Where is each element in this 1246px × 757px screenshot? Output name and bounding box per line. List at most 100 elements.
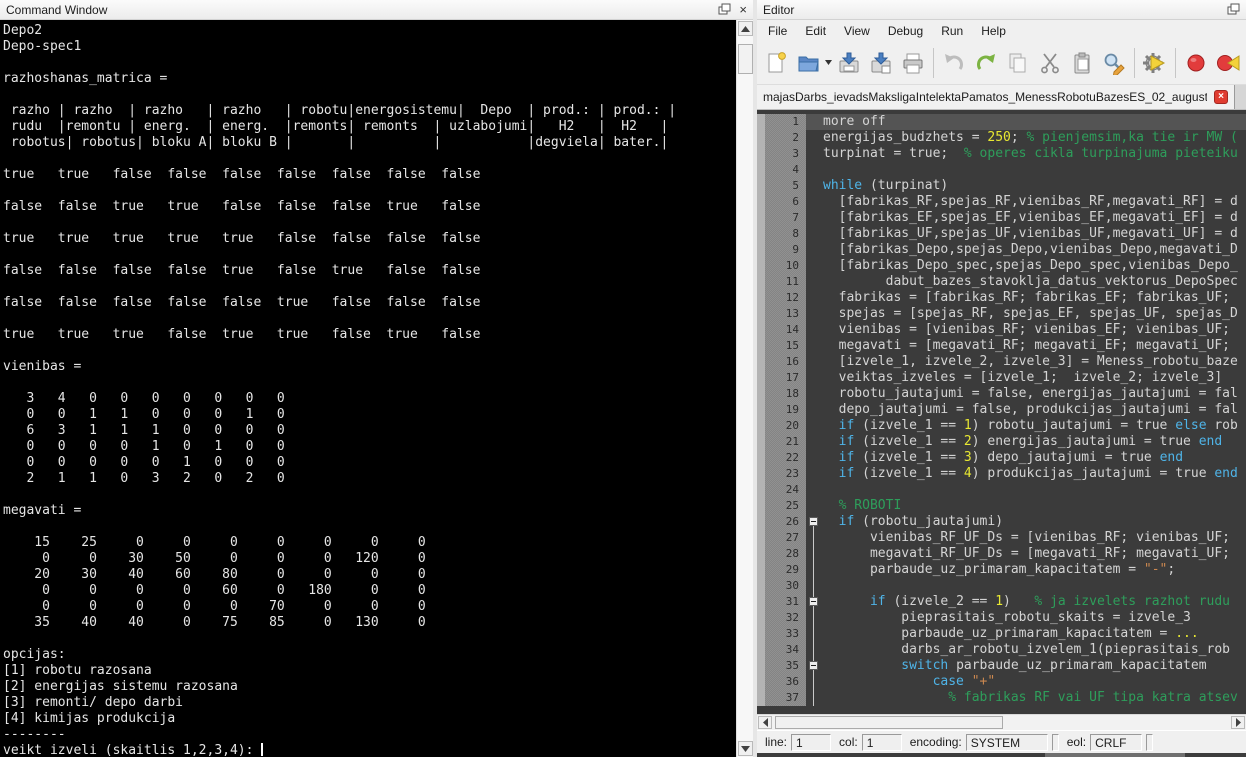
line-number[interactable]: 21	[757, 434, 806, 450]
code-line[interactable]: case "+"	[806, 674, 1246, 690]
line-number[interactable]: 2	[757, 130, 806, 146]
line-number[interactable]: 17	[757, 370, 806, 386]
code-line[interactable]: veiktas_izveles = [izvele_1; izvele_2; i…	[806, 370, 1246, 386]
code-line[interactable]: energijas_budzhets = 250; % pienjemsim,k…	[806, 130, 1246, 146]
menu-debug[interactable]: Debug	[879, 21, 932, 41]
menu-view[interactable]: View	[835, 21, 879, 41]
command-window-scrollbar[interactable]	[736, 20, 753, 757]
line-number[interactable]: 5	[757, 178, 806, 194]
close-icon[interactable]: ×	[739, 3, 747, 16]
code-line[interactable]	[806, 578, 1246, 594]
code-line[interactable]: if (izvele_1 == 4) produkcijas_jautajumi…	[806, 466, 1246, 482]
code-line[interactable]: if (izvele_2 == 1) % ja izvelets razhot …	[806, 594, 1246, 610]
line-number[interactable]: 6	[757, 194, 806, 210]
line-number[interactable]: 4	[757, 162, 806, 178]
line-number[interactable]: 1	[757, 114, 806, 130]
line-number[interactable]: 8	[757, 226, 806, 242]
code-line[interactable]: turpinat = true; % operes cikla turpinaj…	[806, 146, 1246, 162]
new-script-icon[interactable]	[761, 45, 793, 81]
tab-close-icon[interactable]	[1214, 90, 1228, 104]
fold-collapse-icon[interactable]	[809, 517, 818, 526]
line-number[interactable]: 20	[757, 418, 806, 434]
code-line[interactable]: robotu_jautajumi = false, energijas_jaut…	[806, 386, 1246, 402]
code-line[interactable]: parbaude_uz_primaram_kapacitatem = "-";	[806, 562, 1246, 578]
line-number[interactable]: 16	[757, 354, 806, 370]
line-number[interactable]: 37	[757, 690, 806, 706]
line-number[interactable]: 22	[757, 450, 806, 466]
scrollbar-thumb[interactable]	[738, 44, 753, 74]
fold-collapse-icon[interactable]	[809, 661, 818, 670]
undock-icon[interactable]	[1227, 3, 1240, 16]
line-number[interactable]: 10	[757, 258, 806, 274]
toggle-breakpoint-icon[interactable]	[1180, 45, 1212, 81]
code-line[interactable]: [fabrikas_RF,spejas_RF,vienibas_RF,megav…	[806, 194, 1246, 210]
print-icon[interactable]	[897, 45, 929, 81]
code-line[interactable]	[806, 162, 1246, 178]
line-number[interactable]: 12	[757, 290, 806, 306]
scroll-right-icon[interactable]	[1231, 716, 1245, 729]
save-icon[interactable]	[833, 45, 865, 81]
undock-icon[interactable]	[718, 3, 731, 16]
undo-icon[interactable]	[938, 45, 970, 81]
line-number[interactable]: 7	[757, 210, 806, 226]
code-line[interactable]: vienibas_RF_UF_Ds = [vienibas_RF; vienib…	[806, 530, 1246, 546]
line-number[interactable]: 11	[757, 274, 806, 290]
code-line[interactable]: [fabrikas_UF,spejas_UF,vienibas_UF,megav…	[806, 226, 1246, 242]
code-line[interactable]: if (izvele_1 == 2) energijas_jautajumi =…	[806, 434, 1246, 450]
line-number[interactable]: 28	[757, 546, 806, 562]
command-window-output[interactable]: Depo2 Depo-spec1 razhoshanas_matrica = r…	[0, 20, 736, 757]
line-number[interactable]: 31	[757, 594, 806, 610]
code-line[interactable]: % fabrikas RF vai UF tipa katra atsev	[806, 690, 1246, 706]
line-number[interactable]: 27	[757, 530, 806, 546]
cut-icon[interactable]	[1034, 45, 1066, 81]
menu-edit[interactable]: Edit	[796, 21, 835, 41]
fold-collapse-icon[interactable]	[809, 597, 818, 606]
code-line[interactable]: % ROBOTI	[806, 498, 1246, 514]
save-as-icon[interactable]	[865, 45, 897, 81]
line-number[interactable]: 33	[757, 626, 806, 642]
code-line[interactable]: parbaude_uz_primaram_kapacitatem = ...	[806, 626, 1246, 642]
scroll-left-icon[interactable]	[758, 716, 772, 729]
code-line[interactable]: if (robotu_jautajumi)	[806, 514, 1246, 530]
code-line[interactable]: if (izvele_1 == 1) robotu_jautajumi = tr…	[806, 418, 1246, 434]
code-line[interactable]: switch parbaude_uz_primaram_kapacitatem	[806, 658, 1246, 674]
code-line[interactable]: [fabrikas_Depo,spejas_Depo,vienibas_Depo…	[806, 242, 1246, 258]
line-number[interactable]: 19	[757, 402, 806, 418]
hscrollbar-thumb[interactable]	[775, 716, 1003, 729]
code-line[interactable]	[806, 482, 1246, 498]
line-number[interactable]: 30	[757, 578, 806, 594]
code-line[interactable]: if (izvele_1 == 3) depo_jautajumi = true…	[806, 450, 1246, 466]
menu-help[interactable]: Help	[972, 21, 1015, 41]
line-number[interactable]: 34	[757, 642, 806, 658]
scroll-down-icon[interactable]	[738, 741, 753, 756]
line-number[interactable]: 14	[757, 322, 806, 338]
find-replace-icon[interactable]	[1098, 45, 1130, 81]
line-number[interactable]: 29	[757, 562, 806, 578]
code-line[interactable]: vienibas = [vienibas_RF; vienibas_EF; vi…	[806, 322, 1246, 338]
line-number[interactable]: 13	[757, 306, 806, 322]
open-icon[interactable]	[793, 45, 825, 81]
code-line[interactable]: megavati_RF_UF_Ds = [megavati_RF; megava…	[806, 546, 1246, 562]
code-line[interactable]: dabut_bazes_stavoklja_datus_vektorus_Dep…	[806, 274, 1246, 290]
code-line[interactable]: [fabrikas_EF,spejas_EF,vienibas_EF,megav…	[806, 210, 1246, 226]
redo-icon[interactable]	[970, 45, 1002, 81]
code-line[interactable]: [fabrikas_Depo_spec,spejas_Depo_spec,vie…	[806, 258, 1246, 274]
code-line[interactable]: megavati = [megavati_RF; megavati_EF; me…	[806, 338, 1246, 354]
paste-icon[interactable]	[1066, 45, 1098, 81]
code-line[interactable]: depo_jautajumi = false, produkcijas_jaut…	[806, 402, 1246, 418]
code-line[interactable]: darbs_ar_robotu_izvelem_1(pieprasitais_r…	[806, 642, 1246, 658]
code-area[interactable]: 1more off2energijas_budzhets = 250; % pi…	[757, 110, 1246, 714]
line-number[interactable]: 18	[757, 386, 806, 402]
line-number[interactable]: 9	[757, 242, 806, 258]
code-line[interactable]: [izvele_1, izvele_2, izvele_3] = Meness_…	[806, 354, 1246, 370]
line-number[interactable]: 26	[757, 514, 806, 530]
line-number[interactable]: 23	[757, 466, 806, 482]
run-script-icon[interactable]	[1139, 45, 1171, 81]
scroll-up-icon[interactable]	[738, 21, 753, 36]
line-number[interactable]: 15	[757, 338, 806, 354]
line-number[interactable]: 25	[757, 498, 806, 514]
code-line[interactable]: spejas = [spejas_RF, spejas_EF, spejas_U…	[806, 306, 1246, 322]
open-dropdown-icon[interactable]	[825, 45, 833, 81]
command-window-body[interactable]: Depo2 Depo-spec1 razhoshanas_matrica = r…	[0, 20, 736, 757]
menu-run[interactable]: Run	[932, 21, 972, 41]
